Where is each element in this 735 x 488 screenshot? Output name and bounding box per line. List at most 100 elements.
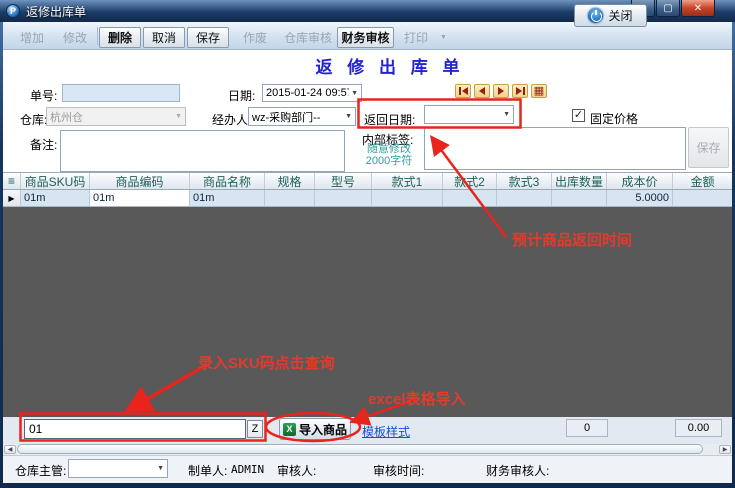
- col-code[interactable]: 商品编码: [90, 173, 190, 189]
- return-date-label: 返回日期:: [364, 111, 415, 128]
- warehouse-audit-button[interactable]: 仓库审核: [280, 27, 336, 48]
- col-style2[interactable]: 款式2: [443, 173, 497, 189]
- delete-button[interactable]: 删除: [99, 27, 141, 48]
- app-icon: P: [6, 4, 20, 18]
- warehouse-select[interactable]: 杭州仓 ▼: [46, 107, 186, 126]
- creator-label: 制单人:: [188, 462, 227, 479]
- remark-textarea[interactable]: [60, 130, 345, 172]
- first-record-button[interactable]: [455, 84, 471, 98]
- void-button[interactable]: 作废: [234, 27, 276, 48]
- last-record-button[interactable]: [512, 84, 528, 98]
- col-qty[interactable]: 出库数量: [552, 173, 607, 189]
- order-no-label: 单号:: [30, 87, 57, 104]
- annotation-excel-import: excel表格导入: [368, 388, 466, 409]
- maximize-button[interactable]: ▢: [656, 0, 680, 17]
- cell-style2[interactable]: [443, 190, 497, 207]
- print-dropdown-icon[interactable]: ▼: [436, 27, 451, 48]
- cell-model[interactable]: [315, 190, 372, 207]
- next-record-button[interactable]: [493, 84, 509, 98]
- col-spec[interactable]: 规格: [265, 173, 315, 189]
- cell-cost[interactable]: 5.0000: [607, 190, 673, 207]
- table-row: ▶ 01m 01m 01m 5.0000: [3, 190, 732, 207]
- scroll-right-icon[interactable]: ▶: [719, 445, 731, 454]
- internal-tag-textarea[interactable]: [424, 127, 686, 170]
- handler-label: 经办人:: [212, 111, 251, 128]
- cell-qty[interactable]: [552, 190, 607, 207]
- close-window-button[interactable]: ✕: [681, 0, 715, 17]
- internal-tag-hint-1: 随意修改: [356, 143, 422, 155]
- z-lookup-button[interactable]: Z: [247, 420, 263, 438]
- warehouse-label: 仓库:: [20, 111, 47, 128]
- handler-select[interactable]: wz-采购部门-- ▼: [248, 107, 356, 126]
- cell-amount[interactable]: [673, 190, 732, 207]
- supervisor-select[interactable]: ▼: [68, 459, 168, 478]
- scrollbar-thumb[interactable]: [17, 444, 703, 454]
- col-sku[interactable]: 商品SKU码: [21, 173, 90, 189]
- add-button[interactable]: 增加: [11, 27, 53, 48]
- col-name[interactable]: 商品名称: [190, 173, 265, 189]
- save-button[interactable]: 保存: [187, 27, 229, 48]
- arrow-right-icon: [516, 87, 522, 95]
- fixed-price-checkbox[interactable]: ✓: [572, 109, 585, 122]
- record-list-button[interactable]: ▦: [531, 84, 547, 98]
- arrow-left-icon: [462, 87, 468, 95]
- remark-label: 备注:: [30, 136, 57, 153]
- col-amount[interactable]: 金额: [673, 173, 732, 189]
- prev-record-button[interactable]: [474, 84, 490, 98]
- row-marker-icon[interactable]: ▶: [3, 190, 21, 207]
- print-button[interactable]: 打印: [397, 27, 435, 48]
- power-icon: [588, 8, 603, 23]
- annotation-sku-query: 录入SKU码点击查询: [198, 352, 335, 373]
- modify-button[interactable]: 修改: [54, 27, 96, 48]
- order-no-field[interactable]: [62, 84, 180, 102]
- date-picker[interactable]: 2015-01-24 09:57: ▼: [262, 84, 362, 102]
- handler-value: wz-采购部门--: [252, 109, 343, 125]
- excel-icon: X: [283, 423, 296, 436]
- cell-style3[interactable]: [497, 190, 552, 207]
- cell-sku[interactable]: 01m: [21, 190, 90, 207]
- finance-audit-button[interactable]: 财务审核: [337, 27, 394, 48]
- toolbar-separator: [97, 27, 98, 45]
- date-label: 日期:: [228, 87, 255, 104]
- grid-header: ≡ 商品SKU码 商品编码 商品名称 规格 型号 款式1 款式2 款式3 出库数…: [3, 172, 732, 190]
- date-dropdown-icon: ▼: [351, 90, 358, 97]
- last-icon: [523, 87, 525, 95]
- return-date-select[interactable]: ▼: [424, 105, 514, 124]
- app-window: P 返修出库单 – ▢ ✕ 增加 修改 删除 取消 保存 作废 仓库审核 财务审…: [0, 0, 735, 488]
- col-style1[interactable]: 款式1: [372, 173, 443, 189]
- col-model[interactable]: 型号: [315, 173, 372, 189]
- internal-tag-hint-2: 2000字符: [356, 155, 422, 167]
- auditor-label: 审核人:: [277, 462, 316, 479]
- template-style-link[interactable]: 模板样式: [362, 423, 410, 440]
- cancel-button[interactable]: 取消: [143, 27, 185, 48]
- tag-save-button[interactable]: 保存: [688, 127, 729, 168]
- close-form-button[interactable]: 关闭: [574, 4, 647, 27]
- qty-total-field: 0: [566, 419, 608, 437]
- cell-code[interactable]: 01m: [90, 190, 190, 207]
- arrow-left-icon: [479, 87, 485, 95]
- close-form-label: 关闭: [608, 7, 632, 24]
- col-cost[interactable]: 成本价: [607, 173, 673, 189]
- import-products-button[interactable]: X 导入商品: [279, 418, 351, 440]
- menu-icon[interactable]: ≡: [3, 173, 21, 189]
- col-style3[interactable]: 款式3: [497, 173, 552, 189]
- page-title: 返 修 出 库 单: [255, 53, 525, 78]
- date-value: 2015-01-24 09:57:: [266, 87, 349, 99]
- cell-name[interactable]: 01m: [190, 190, 265, 207]
- first-icon: [459, 87, 461, 95]
- finance-auditor-label: 财务审核人:: [486, 462, 549, 479]
- warehouse-dropdown-icon: ▼: [175, 113, 182, 120]
- handler-dropdown-icon: ▼: [345, 113, 352, 120]
- annotation-return-time: 预计商品返回时间: [512, 229, 632, 250]
- return-date-dropdown-icon: ▼: [503, 111, 510, 118]
- warehouse-value: 杭州仓: [50, 109, 173, 125]
- cell-style1[interactable]: [372, 190, 443, 207]
- window-title: 返修出库单: [26, 3, 86, 20]
- fixed-price-label: 固定价格: [590, 110, 638, 127]
- import-products-label: 导入商品: [299, 421, 347, 438]
- cell-spec[interactable]: [265, 190, 315, 207]
- audit-time-label: 审核时间:: [373, 462, 424, 479]
- sku-search-input[interactable]: [24, 419, 246, 439]
- creator-value: ADMIN: [231, 463, 264, 476]
- scroll-left-icon[interactable]: ◀: [4, 445, 16, 454]
